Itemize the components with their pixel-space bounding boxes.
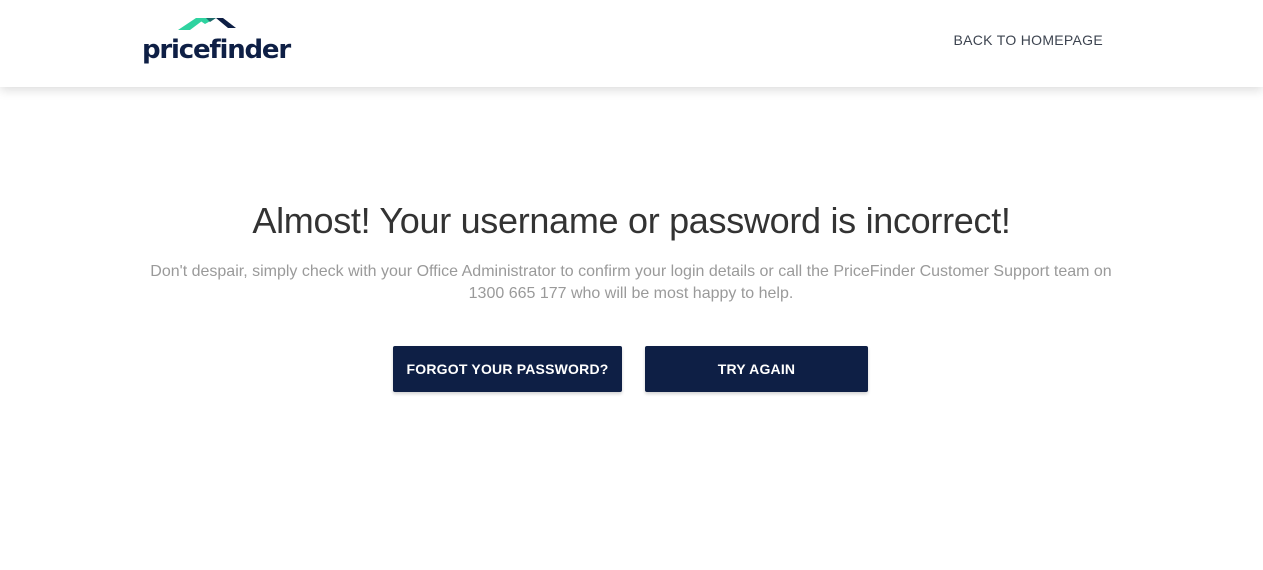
logo-wordmark: pricefinder	[142, 35, 291, 65]
pricefinder-logo[interactable]: pricefinder	[142, 16, 291, 70]
error-message: Don't despair, simply check with your Of…	[150, 263, 1112, 302]
page-title: Almost! Your username or password is inc…	[252, 200, 1011, 241]
try-again-button[interactable]: TRY AGAIN	[645, 346, 868, 392]
forgot-password-button[interactable]: FORGOT YOUR PASSWORD?	[393, 346, 622, 392]
back-to-homepage-link[interactable]: BACK TO HOMEPAGE	[953, 30, 1103, 50]
site-header: pricefinder BACK TO HOMEPAGE	[0, 0, 1263, 87]
roof-chevron-icon	[178, 18, 236, 30]
error-content: Almost! Your username or password is inc…	[0, 87, 1263, 570]
